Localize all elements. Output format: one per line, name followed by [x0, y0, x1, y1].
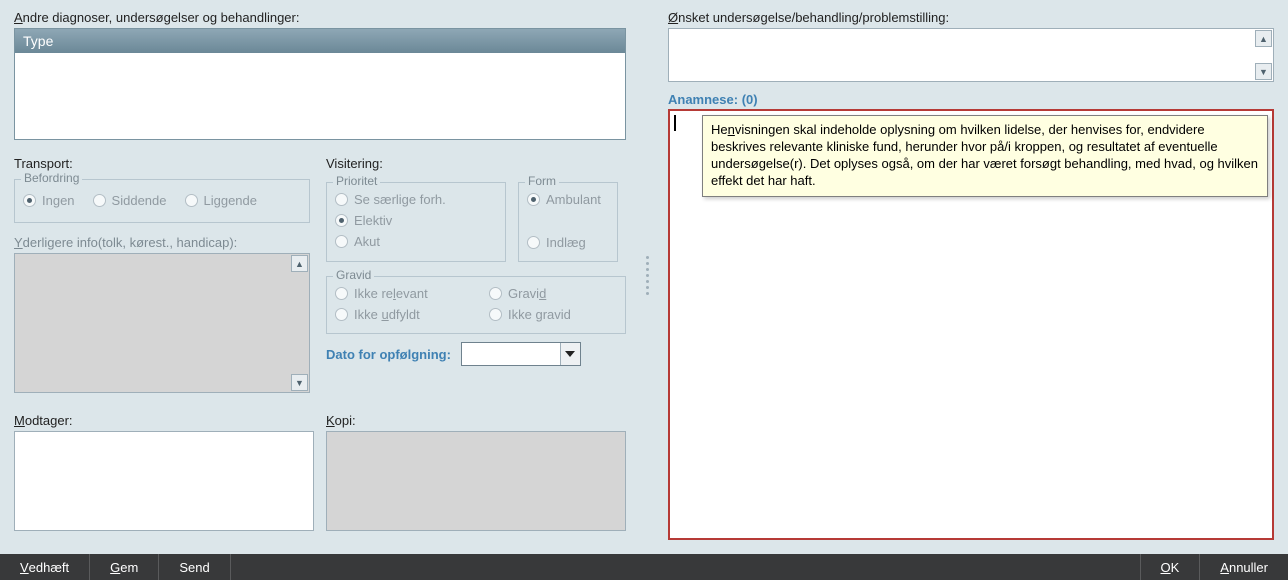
send-button[interactable]: Send	[159, 554, 230, 580]
anamnese-textarea[interactable]: Henvisningen skal indeholde oplysning om…	[668, 109, 1274, 540]
form-legend: Form	[525, 174, 559, 188]
ok-button[interactable]: OK	[1140, 554, 1200, 580]
scroll-down-icon[interactable]: ▼	[1255, 63, 1272, 80]
splitter-grip[interactable]	[644, 10, 650, 540]
prioritet-legend: Prioritet	[333, 174, 380, 188]
yderligere-label: Yderligere info(tolk, kørest., handicap)…	[14, 235, 310, 250]
date-followup-combo[interactable]	[461, 342, 581, 366]
vedhaeft-button[interactable]: Vedhæft	[0, 554, 90, 580]
radio-elektiv[interactable]: Elektiv	[335, 210, 497, 231]
radio-akut[interactable]: Akut	[335, 231, 497, 252]
kopi-box[interactable]	[326, 431, 626, 531]
radio-ingen[interactable]: Ingen	[23, 190, 75, 211]
gravid-legend: Gravid	[333, 268, 374, 282]
diagnoses-label: Andre diagnoser, undersøgelser og behand…	[14, 10, 626, 25]
anamnese-tooltip: Henvisningen skal indeholde oplysning om…	[702, 115, 1268, 197]
date-followup-label: Dato for opfølgning:	[326, 347, 451, 362]
diagnoses-list-header: Type	[15, 29, 625, 53]
gem-button[interactable]: Gem	[90, 554, 159, 580]
befordring-fieldset: Befordring Ingen Siddende Liggende	[14, 179, 310, 223]
kopi-label: Kopi:	[326, 413, 626, 428]
radio-ikke-gravid[interactable]: Ikke gravid	[489, 304, 571, 325]
diagnoses-list[interactable]: Type	[14, 28, 626, 140]
modtager-label: Modtager:	[14, 413, 314, 428]
anamnese-label: Anamnese: (0)	[668, 92, 1274, 107]
scroll-down-icon[interactable]: ▼	[291, 374, 308, 391]
radio-indlaeg[interactable]: Indlæg	[527, 232, 609, 253]
radio-ikke-udfyldt[interactable]: Ikke udfyldt	[335, 304, 465, 325]
befordring-legend: Befordring	[21, 171, 82, 185]
transport-label: Transport:	[14, 156, 310, 171]
gravid-fieldset: Gravid Ikke relevant Gravid Ikke udfyldt…	[326, 276, 626, 334]
radio-se-saerlige[interactable]: Se særlige forh.	[335, 189, 497, 210]
radio-ambulant[interactable]: Ambulant	[527, 189, 609, 210]
yderligere-textarea[interactable]: ▲ ▼	[14, 253, 310, 393]
radio-gravid[interactable]: Gravid	[489, 283, 546, 304]
footer-bar: Vedhæft Gem Send OK Annuller	[0, 554, 1288, 580]
onsket-textarea[interactable]: ▲ ▼	[668, 28, 1274, 82]
radio-siddende[interactable]: Siddende	[93, 190, 167, 211]
text-cursor	[674, 115, 676, 131]
scroll-up-icon[interactable]: ▲	[1255, 30, 1272, 47]
radio-ikke-relevant[interactable]: Ikke relevant	[335, 283, 465, 304]
prioritet-fieldset: Prioritet Se særlige forh. Elektiv Akut	[326, 182, 506, 262]
scroll-up-icon[interactable]: ▲	[291, 255, 308, 272]
radio-liggende[interactable]: Liggende	[185, 190, 258, 211]
annuller-button[interactable]: Annuller	[1199, 554, 1288, 580]
modtager-box[interactable]	[14, 431, 314, 531]
onsket-label: Ønsket undersøgelse/behandling/problemst…	[668, 10, 1274, 25]
visitering-label: Visitering:	[326, 156, 626, 171]
form-fieldset: Form Ambulant Indlæg	[518, 182, 618, 262]
chevron-down-icon[interactable]	[560, 343, 580, 365]
